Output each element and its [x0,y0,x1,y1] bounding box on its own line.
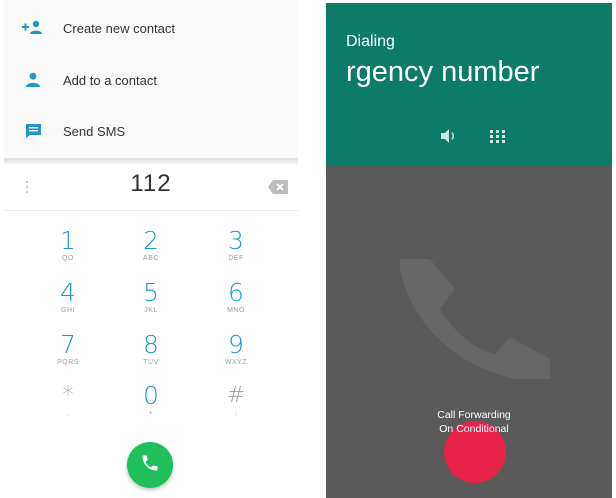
phone-icon [140,453,160,478]
send-sms-item[interactable]: Send SMS [4,106,298,156]
speaker-icon[interactable] [439,127,459,145]
key-5[interactable]: 5 JKL [116,280,186,332]
key-6[interactable]: 6 MNO [201,280,271,332]
key-digit: 9 [228,330,244,359]
key-3[interactable]: 3 DEF [201,228,271,280]
key-digit: # [226,383,246,408]
key-letters: ABC [143,255,159,262]
menu-item-label: Create new contact [63,20,176,36]
key-digit: 7 [60,330,76,359]
menu-item-label: Add to a contact [63,72,157,88]
key-4[interactable]: 4 GHI [33,280,103,332]
key-8[interactable]: 8 TUV [116,332,186,384]
dialpad-icon[interactable] [488,126,508,146]
caller-name: rgency number [346,56,540,88]
key-letters: ; [234,410,238,417]
dialer-suggestion-menu: Create new contact Add to a contact Send… [4,0,298,158]
call-forwarding-notice: Call Forwarding On Conditional [386,408,562,436]
key-letters: WXYZ [224,359,248,366]
phone-watermark-icon [400,259,550,379]
key-digit: 4 [60,278,76,307]
key-digit: 2 [143,226,159,255]
key-digit: 3 [228,226,244,255]
key-letters: JKL [144,307,158,314]
key-digit: 1 [60,226,76,255]
forwarding-line-1: Call Forwarding [437,409,511,421]
key-digit: * [62,383,74,408]
key-hash[interactable]: # ; [201,383,271,435]
call-button[interactable] [127,442,173,488]
key-digit: 6 [228,278,244,307]
key-7[interactable]: 7 PQRS [33,332,103,384]
person-add-icon [22,17,44,39]
key-letters: + [148,410,154,417]
menu-item-label: Send SMS [63,123,126,139]
key-9[interactable]: 9 WXYZ [201,332,271,384]
key-letters: , [66,410,70,417]
in-call-screen: Dialing rgency number Call Forwarding On… [326,3,612,498]
dialed-digits-field[interactable]: 112 [4,170,298,198]
key-letters: MNO [227,307,245,314]
key-1[interactable]: 1 QO [33,228,103,280]
call-status: Dialing [346,33,395,50]
person-icon [22,69,44,91]
key-letters: DEF [228,255,244,262]
add-to-contact-item[interactable]: Add to a contact [4,55,298,105]
key-letters: TUV [143,359,159,366]
key-letters: GHI [61,307,75,314]
digits-row: 112 [4,164,298,211]
key-letters: PQRS [57,359,79,366]
key-digit: 8 [143,330,159,359]
key-2[interactable]: 2 ABC [116,228,186,280]
message-icon [22,120,44,142]
backspace-icon[interactable] [267,179,289,195]
create-new-contact-item[interactable]: Create new contact [4,3,298,53]
key-digit: 5 [143,278,159,307]
key-letters: QO [62,255,74,262]
key-star[interactable]: * , [33,383,103,435]
dialer-screen: Create new contact Add to a contact Send… [4,0,298,498]
call-header: Dialing rgency number [326,3,612,166]
key-0[interactable]: 0 + [116,383,186,435]
forwarding-line-2: On Conditional [439,423,509,435]
key-digit: 0 [143,381,159,410]
